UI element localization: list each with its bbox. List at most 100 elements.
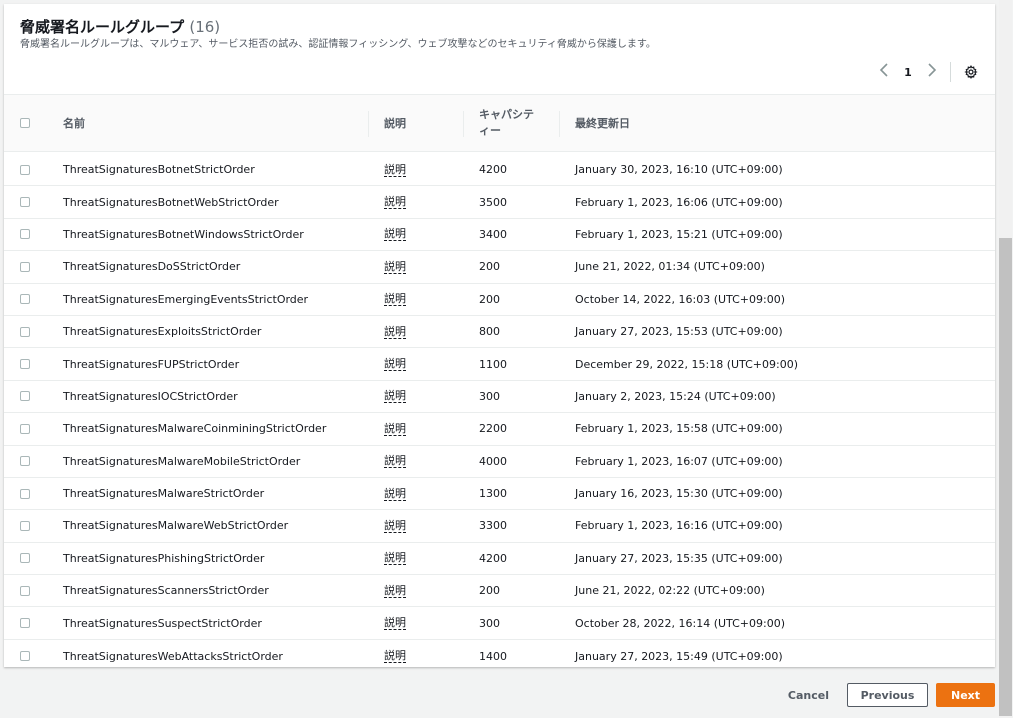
row-checkbox[interactable] [20,651,30,662]
last-updated-value: October 28, 2022, 16:14 (UTC+09:00) [575,616,785,630]
description-cell: 説明 [384,316,406,347]
capacity-value: 300 [479,389,500,403]
row-checkbox-cell [20,543,30,574]
current-page[interactable]: 1 [894,66,922,79]
rule-groups-panel: 脅威署名ルールグループ (16) 脅威署名ルールグループは、マルウェア、サービス… [4,4,995,667]
description-link[interactable]: 説明 [384,389,406,404]
table-row[interactable]: ThreatSignaturesPhishingStrictOrder 説明 4… [4,543,995,576]
previous-button[interactable]: Previous [847,683,928,707]
row-checkbox[interactable] [20,456,30,467]
capacity-value: 300 [479,616,500,630]
last-updated-value: February 1, 2023, 15:58 (UTC+09:00) [575,422,783,436]
last-updated-value: January 27, 2023, 15:49 (UTC+09:00) [575,649,783,663]
table-row[interactable]: ThreatSignaturesMalwareWebStrictOrder 説明… [4,510,995,543]
description-link[interactable]: 説明 [384,163,406,177]
next-button[interactable]: Next [936,683,995,707]
table-row[interactable]: ThreatSignaturesMalwareCoinminingStrictO… [4,413,995,446]
column-header-last-updated[interactable]: 最終更新日 [559,95,995,151]
row-checkbox[interactable] [20,164,30,175]
capacity-value: 1300 [479,487,507,501]
table-row[interactable]: ThreatSignaturesBotnetStrictOrder 説明 420… [4,154,995,187]
description-link[interactable]: 説明 [384,519,406,533]
capacity-value: 3500 [479,195,507,209]
description-link[interactable]: 説明 [384,292,406,307]
row-checkbox[interactable] [20,618,30,629]
description-link[interactable]: 説明 [384,551,406,566]
capacity-value: 3300 [479,519,507,533]
row-checkbox-cell [20,575,30,606]
last-updated-value: January 30, 2023, 16:10 (UTC+09:00) [575,163,783,177]
last-updated-value: December 29, 2022, 15:18 (UTC+09:00) [575,357,799,371]
description-link[interactable]: 説明 [384,357,406,372]
description-link[interactable]: 説明 [384,227,406,242]
select-all-cell [4,95,44,151]
row-checkbox[interactable] [20,391,30,402]
description-cell: 説明 [384,348,406,379]
table-row[interactable]: ThreatSignaturesSuspectStrictOrder 説明 30… [4,607,995,640]
table-row[interactable]: ThreatSignaturesEmergingEventsStrictOrde… [4,284,995,316]
row-checkbox[interactable] [20,197,30,208]
row-checkbox[interactable] [20,553,30,564]
capacity-value: 200 [479,260,500,274]
description-link[interactable]: 説明 [384,487,406,501]
description-link[interactable]: 説明 [384,422,406,436]
capacity-value: 1400 [479,649,507,663]
select-all-checkbox[interactable] [20,118,30,128]
last-updated-value: January 27, 2023, 15:35 (UTC+09:00) [575,551,783,565]
chevron-right-icon[interactable] [922,63,942,81]
scrollbar-thumb[interactable] [999,238,1012,716]
rule-group-name: ThreatSignaturesEmergingEventsStrictOrde… [63,292,309,306]
rule-group-name: ThreatSignaturesMalwareStrictOrder [63,487,265,501]
table-row[interactable]: ThreatSignaturesIOCStrictOrder 説明 300 Ja… [4,381,995,414]
row-checkbox[interactable] [20,261,30,272]
table-row[interactable]: ThreatSignaturesFUPStrictOrder 説明 1100 D… [4,348,995,381]
row-checkbox-cell [20,186,30,217]
table-row[interactable]: ThreatSignaturesDoSStrictOrder 説明 200 Ju… [4,251,995,284]
table-row[interactable]: ThreatSignaturesMalwareStrictOrder 説明 13… [4,478,995,511]
description-cell: 説明 [384,381,406,412]
description-cell: 説明 [384,607,406,638]
description-link[interactable]: 説明 [384,325,406,339]
rule-group-name: ThreatSignaturesExploitsStrictOrder [63,325,262,339]
table-row[interactable]: ThreatSignaturesWebAttacksStrictOrder 説明… [4,640,995,672]
column-header-description[interactable]: 説明 [368,95,463,151]
row-checkbox[interactable] [20,520,30,531]
rule-group-name: ThreatSignaturesPhishingStrictOrder [63,551,265,565]
row-checkbox-cell [20,348,30,379]
description-link[interactable]: 説明 [384,260,406,274]
row-checkbox[interactable] [20,294,30,305]
row-checkbox[interactable] [20,359,30,370]
row-checkbox[interactable] [20,585,30,596]
row-checkbox-cell [20,284,30,315]
wizard-footer: Cancel Previous Next [770,683,995,707]
rule-group-name: ThreatSignaturesScannersStrictOrder [63,584,269,598]
last-updated-value: January 27, 2023, 15:53 (UTC+09:00) [575,325,783,339]
table-row[interactable]: ThreatSignaturesExploitsStrictOrder 説明 8… [4,316,995,349]
table-row[interactable]: ThreatSignaturesMalwareMobileStrictOrder… [4,446,995,478]
table-row[interactable]: ThreatSignaturesBotnetWindowsStrictOrder… [4,219,995,252]
chevron-left-icon[interactable] [874,63,894,81]
page-title: 脅威署名ルールグループ (16) [20,18,221,36]
table-row[interactable]: ThreatSignaturesScannersStrictOrder 説明 2… [4,575,995,608]
column-header-name[interactable]: 名前 [47,95,367,151]
description-link[interactable]: 説明 [384,649,406,664]
description-cell: 説明 [384,186,406,217]
description-link[interactable]: 説明 [384,616,406,631]
last-updated-value: January 2, 2023, 15:24 (UTC+09:00) [575,389,776,403]
description-link[interactable]: 説明 [384,454,406,469]
description-link[interactable]: 説明 [384,195,406,210]
rule-group-name: ThreatSignaturesDoSStrictOrder [63,260,241,274]
row-checkbox[interactable] [20,488,30,499]
description-cell: 説明 [384,510,406,541]
column-header-capacity[interactable]: キャパシティー [463,95,559,151]
gear-icon[interactable] [961,62,981,82]
row-checkbox[interactable] [20,229,30,240]
row-checkbox[interactable] [20,326,30,337]
rule-group-name: ThreatSignaturesSuspectStrictOrder [63,616,262,630]
description-link[interactable]: 説明 [384,584,406,598]
cancel-button[interactable]: Cancel [770,689,847,702]
description-cell: 説明 [384,543,406,574]
table-row[interactable]: ThreatSignaturesBotnetWebStrictOrder 説明 … [4,186,995,219]
description-cell: 説明 [384,575,406,606]
row-checkbox[interactable] [20,423,30,434]
